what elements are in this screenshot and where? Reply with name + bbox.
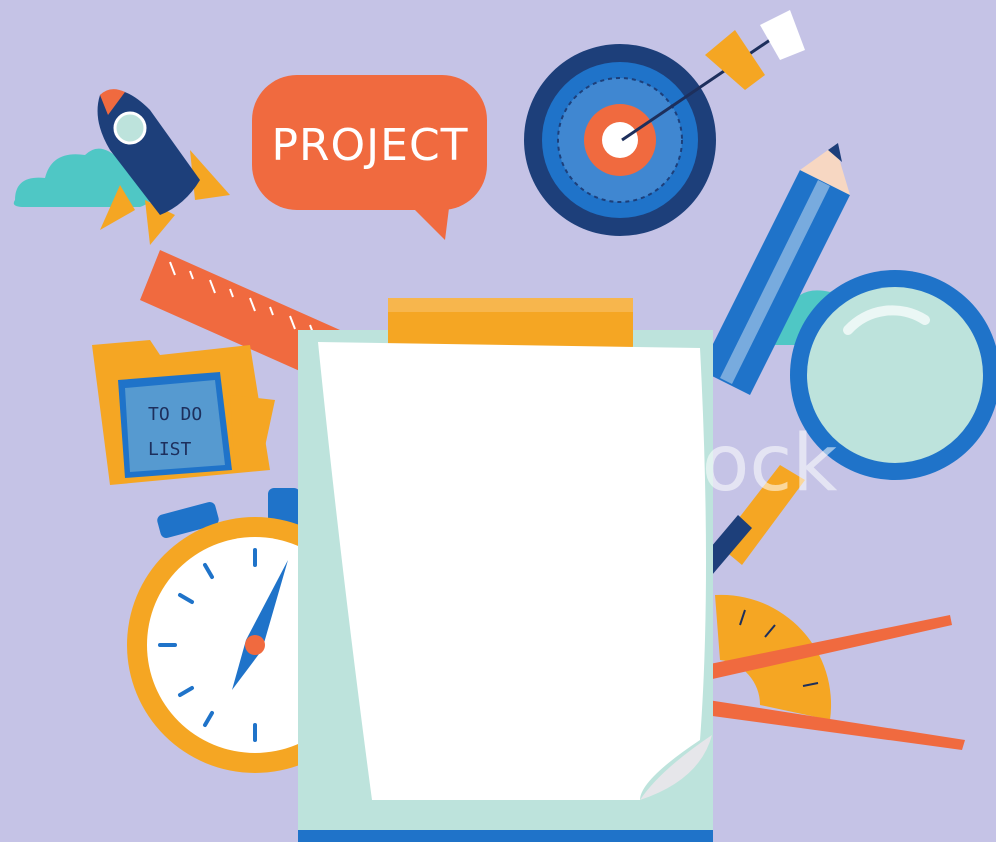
illustration-canvas: PROJECT TO DO LIST Adobe Stock xyxy=(13,10,996,842)
todo-line-1: TO DO xyxy=(148,404,202,425)
target-icon xyxy=(524,10,805,236)
clipboard xyxy=(298,298,713,842)
todo-folder-icon: TO DO LIST xyxy=(92,340,275,485)
illustration-scene: PROJECT TO DO LIST Adobe Stock xyxy=(0,0,996,842)
todo-line-2: LIST xyxy=(148,439,192,460)
project-speech-bubble: PROJECT xyxy=(252,75,487,240)
project-label: PROJECT xyxy=(271,120,468,171)
adobe-stock-watermark: Adobe Stock xyxy=(350,419,837,509)
